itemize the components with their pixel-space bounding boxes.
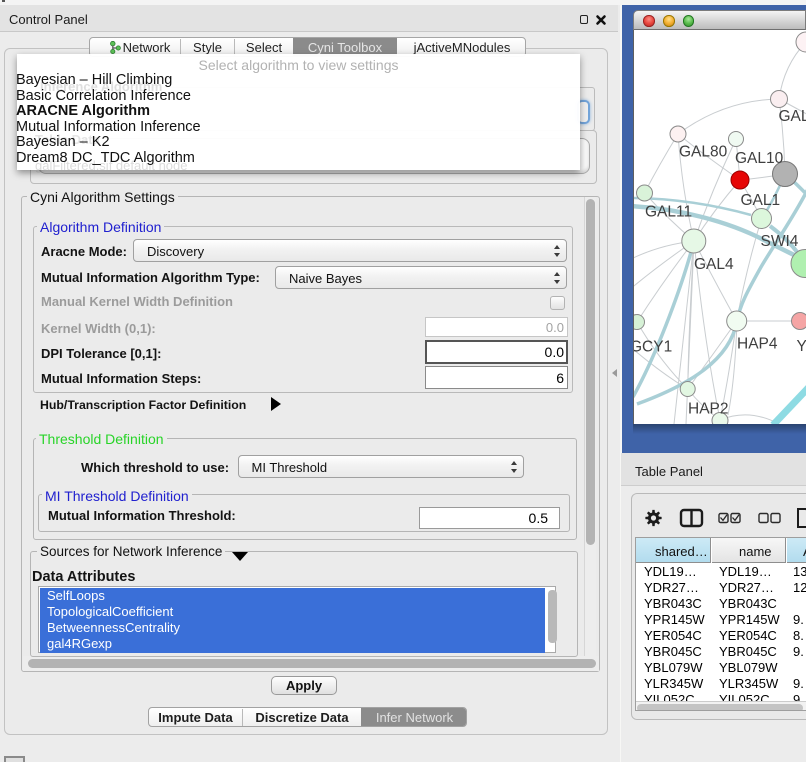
svg-text:GCY1: GCY1	[634, 339, 672, 356]
svg-text:GAL4: GAL4	[694, 256, 734, 273]
svg-text:GAL7: GAL7	[779, 108, 806, 125]
svg-text:YN: YN	[797, 338, 806, 355]
svg-text:SWI4: SWI4	[761, 233, 799, 250]
svg-text:GAL11: GAL11	[645, 204, 692, 221]
svg-text:HAP2: HAP2	[688, 401, 729, 418]
svg-text:GAL1: GAL1	[741, 192, 781, 209]
svg-text:HAP4: HAP4	[737, 336, 778, 353]
svg-text:GAL10: GAL10	[735, 150, 784, 167]
svg-text:GAL80: GAL80	[679, 144, 728, 161]
